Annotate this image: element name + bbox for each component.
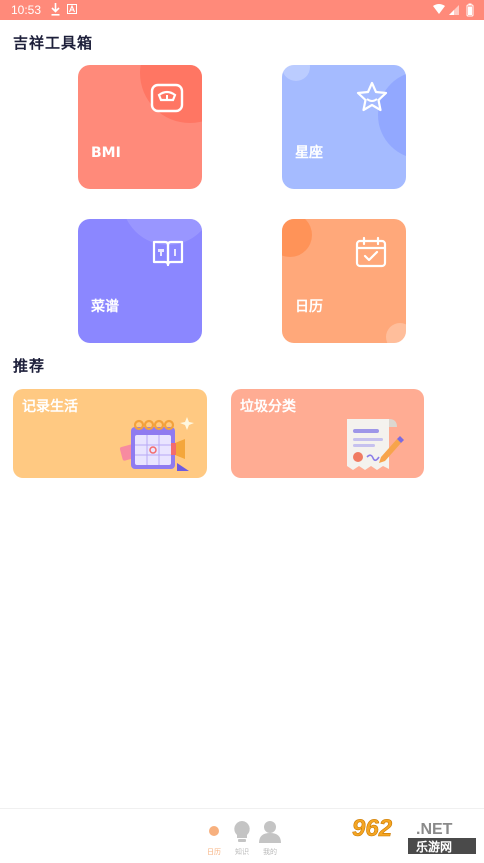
- home-dot-icon: [209, 826, 219, 836]
- recipe-book-icon: [152, 240, 184, 267]
- svg-text:.NET: .NET: [416, 821, 453, 838]
- garbage-sorting-card[interactable]: 垃圾分类: [231, 389, 424, 478]
- zodiac-label: 星座: [295, 145, 323, 161]
- calendar-label: 日历: [295, 299, 323, 315]
- svg-text:962: 962: [352, 815, 393, 842]
- record-life-label: 记录生活: [22, 399, 78, 415]
- calendar-card[interactable]: 日历: [282, 219, 406, 343]
- record-life-card[interactable]: 记录生活: [13, 389, 207, 478]
- calendar-illustration: [119, 417, 194, 471]
- document-illustration: [347, 419, 404, 470]
- watermark-logo: 962 .NET 乐游网: [346, 812, 478, 856]
- wifi-icon: [433, 4, 445, 14]
- garbage-sorting-label: 垃圾分类: [240, 399, 296, 415]
- status-bar: 10:53: [0, 0, 484, 20]
- bmi-card[interactable]: BMI: [78, 65, 202, 189]
- recipe-label: 菜谱: [91, 299, 119, 315]
- app-notification-icon: [67, 4, 77, 14]
- nav-label-profile: 我的: [263, 848, 277, 856]
- user-icon: [259, 821, 281, 843]
- nav-item-calendar[interactable]: 日历: [202, 819, 226, 859]
- recommend-section-title: 推荐: [13, 357, 46, 375]
- system-status-icons: [433, 3, 474, 17]
- star-icon: [356, 81, 388, 112]
- nav-item-knowledge[interactable]: 知识: [230, 819, 254, 859]
- status-time: 10:53: [11, 3, 42, 17]
- download-icon: [51, 3, 60, 16]
- tools-section-title: 吉祥工具箱: [13, 34, 94, 52]
- recipe-card[interactable]: 菜谱: [78, 219, 202, 343]
- calendar-card-decoration: [282, 219, 406, 343]
- scale-icon: [150, 83, 184, 113]
- nav-item-profile[interactable]: 我的: [258, 819, 282, 859]
- zodiac-card[interactable]: 星座: [282, 65, 406, 189]
- calendar-icon: [355, 236, 387, 268]
- bmi-label: BMI: [91, 145, 121, 161]
- svg-text:乐游网: 乐游网: [416, 839, 452, 854]
- bulb-icon: [234, 821, 250, 842]
